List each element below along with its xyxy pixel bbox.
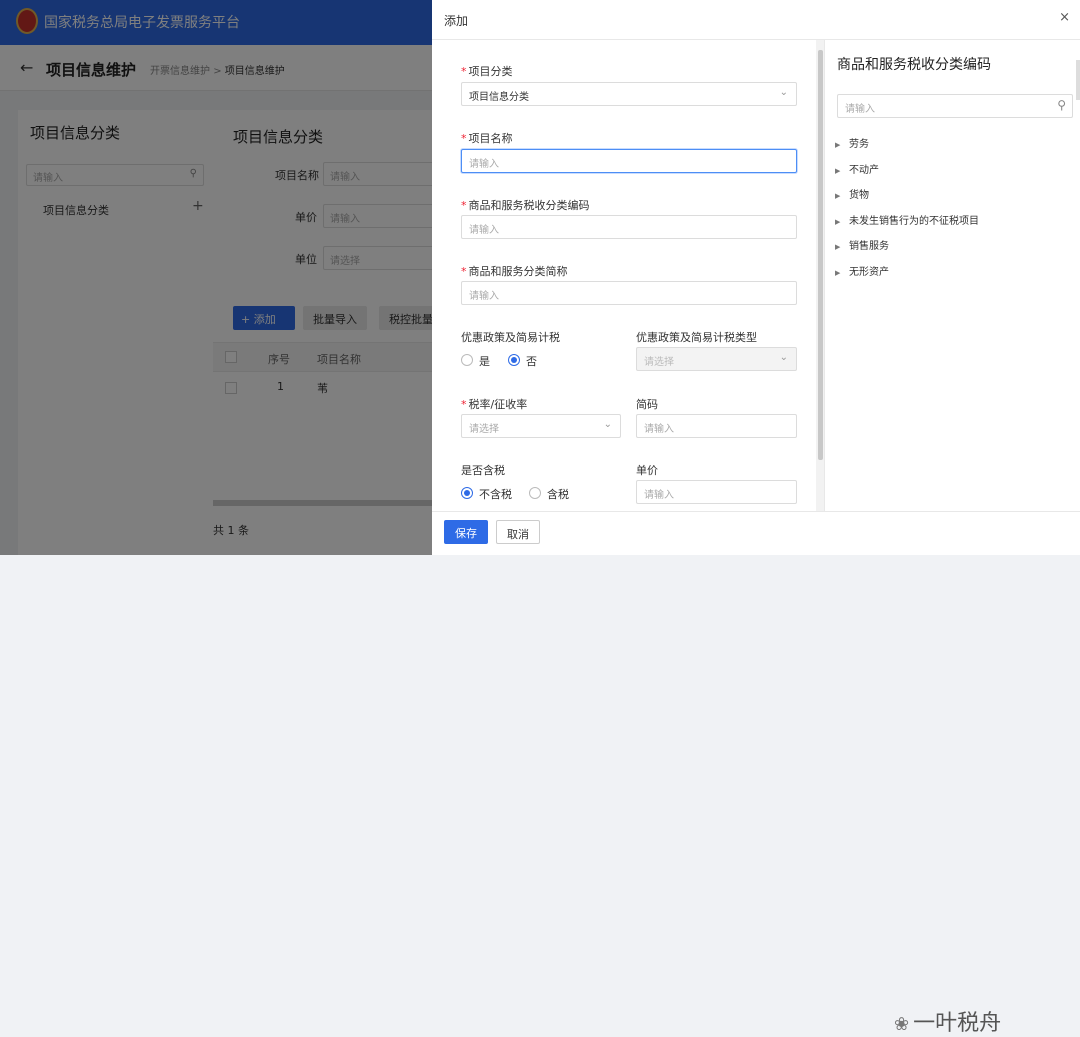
tax-code-label: * 商品和服务税收分类编码 xyxy=(461,197,590,213)
category-label-text: 项目分类 xyxy=(468,65,513,78)
required-mark: * xyxy=(461,398,467,411)
tree-node-label: 无形资产 xyxy=(849,267,889,278)
preference-yes-label[interactable]: 是 xyxy=(479,353,490,369)
preference-yes-radio[interactable] xyxy=(461,354,473,366)
tax-code-search-input[interactable]: 请输入 ⚲ xyxy=(837,94,1073,118)
tree-node[interactable]: ▶ 未发生销售行为的不征税项目 xyxy=(835,212,979,227)
save-button[interactable]: 保存 xyxy=(444,520,488,544)
preference-type-label: 优惠政策及简易计税类型 xyxy=(636,331,757,344)
tax-code-label-text: 商品和服务税收分类编码 xyxy=(468,199,590,212)
tax-included-label: 是否含税 xyxy=(461,464,505,477)
tax-rate-placeholder: 请选择 xyxy=(469,424,499,435)
expand-caret-icon[interactable]: ▶ xyxy=(835,243,849,251)
modal-overlay[interactable] xyxy=(0,0,432,555)
tax-excluded-label[interactable]: 不含税 xyxy=(479,486,512,502)
category-select-value: 项目信息分类 xyxy=(469,92,529,103)
expand-caret-icon[interactable]: ▶ xyxy=(835,141,849,149)
short-code-input[interactable]: 请输入 xyxy=(636,414,797,438)
required-mark: * xyxy=(461,199,467,212)
abbr-label-text: 商品和服务分类简称 xyxy=(468,265,568,278)
watermark: ❀ 一叶税舟 xyxy=(894,1005,1001,1037)
category-select[interactable]: 项目信息分类 ⌄ xyxy=(461,82,797,106)
unit-price-input[interactable]: 请输入 xyxy=(636,480,797,504)
tax-code-input[interactable]: 请输入 xyxy=(461,215,797,239)
tree-node-label: 销售服务 xyxy=(849,241,889,252)
tree-node-label: 货物 xyxy=(849,190,869,201)
drawer-title: 添加 xyxy=(444,14,469,28)
item-name-input[interactable]: 请输入 xyxy=(461,149,797,173)
watermark-text: 一叶税舟 xyxy=(913,1011,1002,1036)
chevron-down-icon: ⌄ xyxy=(779,87,788,98)
unit-price-label: 单价 xyxy=(636,464,658,477)
tax-rate-label-text: 税率/征收率 xyxy=(468,398,528,411)
preference-type-select: 请选择 ⌄ xyxy=(636,347,797,371)
cancel-button[interactable]: 取消 xyxy=(496,520,540,544)
tree-node[interactable]: ▶ 不动产 xyxy=(835,161,879,176)
expand-caret-icon[interactable]: ▶ xyxy=(835,192,849,200)
expand-caret-icon[interactable]: ▶ xyxy=(835,269,849,277)
tree-node[interactable]: ▶ 劳务 xyxy=(835,135,869,150)
tree-node[interactable]: ▶ 货物 xyxy=(835,186,869,201)
required-mark: * xyxy=(461,265,467,278)
tree-node[interactable]: ▶ 销售服务 xyxy=(835,237,889,252)
expand-caret-icon[interactable]: ▶ xyxy=(835,167,849,175)
required-mark: * xyxy=(461,132,467,145)
chevron-down-icon: ⌄ xyxy=(779,352,788,363)
item-name-label: * 项目名称 xyxy=(461,130,513,146)
tax-code-tree-pane: 商品和服务税收分类编码 请输入 ⚲ ▶ 劳务 ▶ 不动产 ▶ 货物 ▶ 未发生销售行为的不… xyxy=(824,40,1080,511)
tree-node[interactable]: ▶ 无形资产 xyxy=(835,263,889,278)
preference-label: 优惠政策及简易计税 xyxy=(461,331,560,344)
tree-node-label: 未发生销售行为的不征税项目 xyxy=(849,216,979,227)
wechat-icon: ❀ xyxy=(894,1014,910,1035)
short-code-label: 简码 xyxy=(636,398,658,411)
tax-rate-label: * 税率/征收率 xyxy=(461,396,527,412)
drawer-footer: 保存 取消 ❀ 一叶税舟 xyxy=(432,511,1080,1036)
category-label: * 项目分类 xyxy=(461,63,513,79)
tax-rate-select[interactable]: 请选择 ⌄ xyxy=(461,414,621,438)
form-scrollbar[interactable]: ▼ xyxy=(816,40,824,548)
tax-code-tree-title: 商品和服务税收分类编码 xyxy=(837,57,991,73)
item-name-label-text: 项目名称 xyxy=(468,132,513,145)
tree-node-label: 劳务 xyxy=(849,139,869,150)
expand-caret-icon[interactable]: ▶ xyxy=(835,218,849,226)
preference-no-label[interactable]: 否 xyxy=(526,353,537,369)
abbr-input[interactable]: 请输入 xyxy=(461,281,797,305)
tax-included-radio[interactable] xyxy=(529,487,541,499)
scrollbar-thumb[interactable] xyxy=(818,50,823,460)
tax-excluded-radio[interactable] xyxy=(461,487,473,499)
pane-scrollbar[interactable] xyxy=(1076,60,1080,100)
abbr-label: * 商品和服务分类简称 xyxy=(461,263,568,279)
preference-type-placeholder: 请选择 xyxy=(644,357,674,368)
add-item-drawer: 添加 × * 项目分类 项目信息分类 ⌄ * 项目名称 请输入 * 商品和服务税收分类编… xyxy=(432,0,1080,1036)
tax-included-option-label[interactable]: 含税 xyxy=(547,486,569,502)
tree-node-label: 不动产 xyxy=(849,165,879,176)
chevron-down-icon: ⌄ xyxy=(603,419,612,430)
required-mark: * xyxy=(461,65,467,78)
search-icon[interactable]: ⚲ xyxy=(1057,98,1066,112)
close-icon[interactable]: × xyxy=(1059,10,1070,25)
preference-no-radio[interactable] xyxy=(508,354,520,366)
search-placeholder: 请输入 xyxy=(845,104,875,115)
